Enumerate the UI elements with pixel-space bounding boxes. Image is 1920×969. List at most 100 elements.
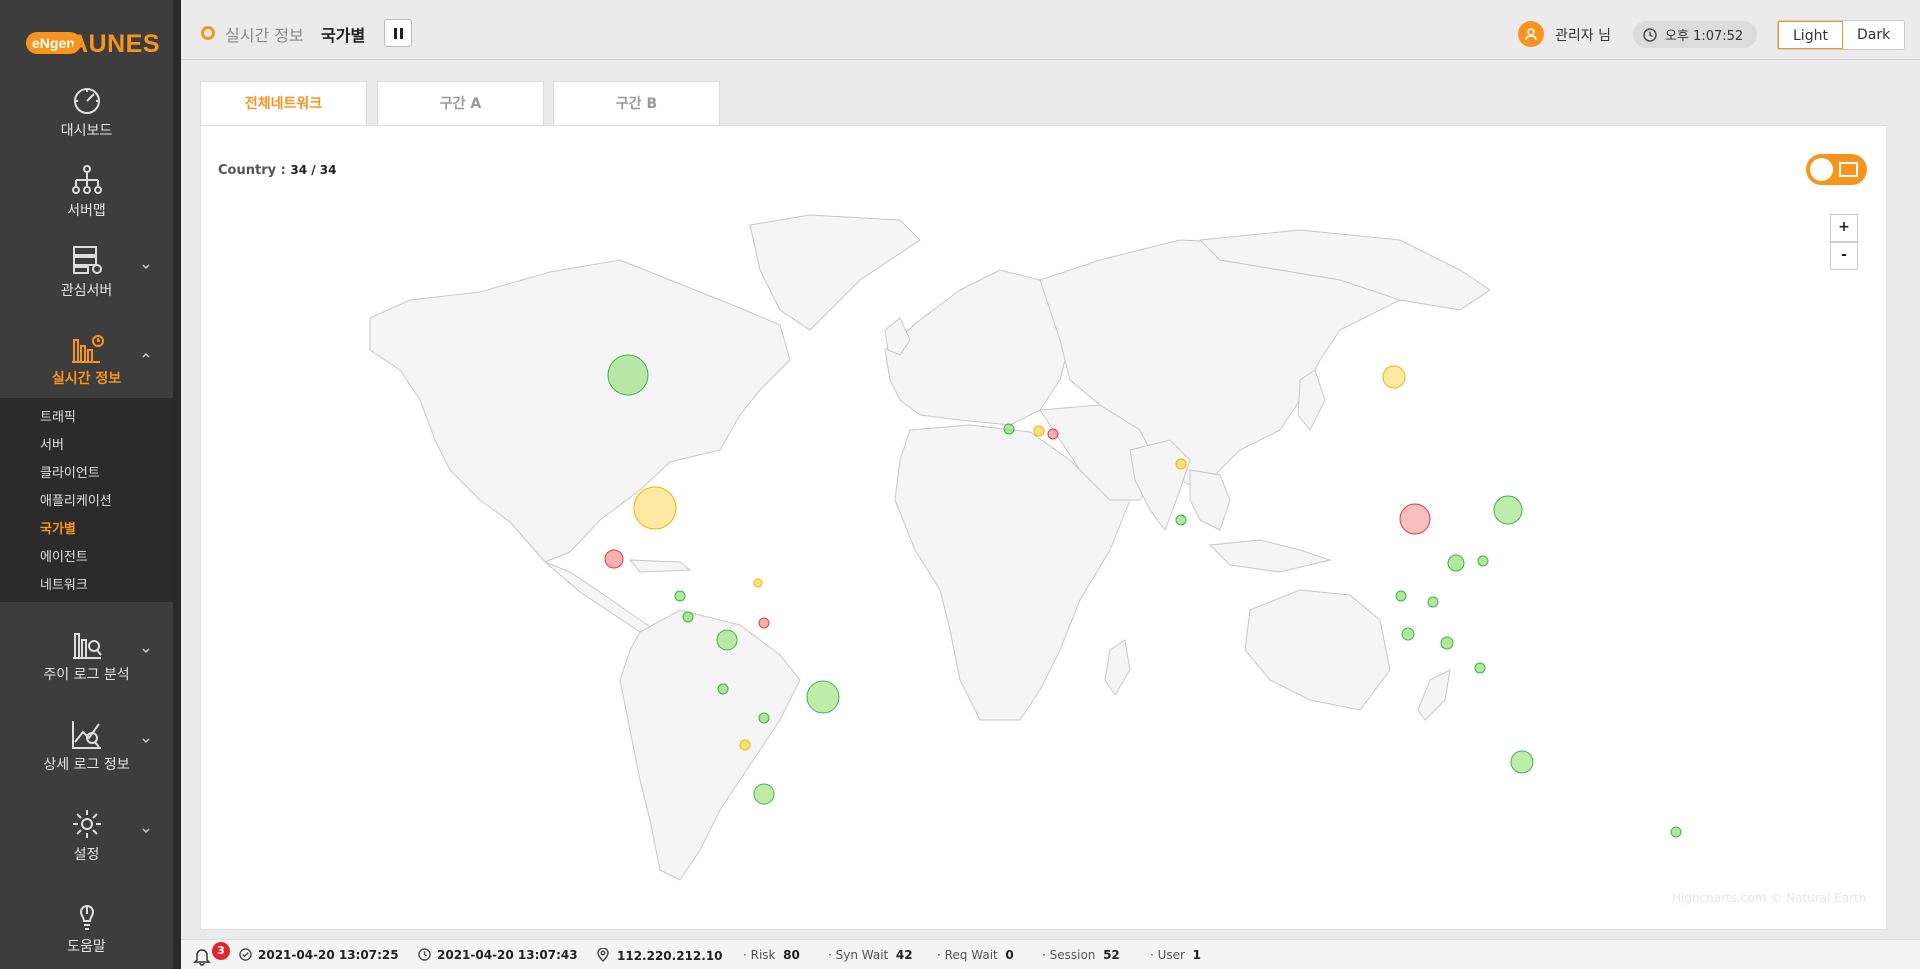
marker-malaysia[interactable] [1440,636,1454,650]
marker-bolivia[interactable] [758,712,770,724]
toggle-knob [1810,158,1833,181]
clock-icon [1643,27,1657,42]
sidebar-divider [173,0,181,969]
marker-ukraine[interactable] [1175,458,1187,470]
marker-argentina[interactable] [753,783,775,805]
landmass-europe [884,269,1071,426]
marker-uk[interactable] [1003,423,1015,435]
submenu-traffic[interactable]: 트래픽 [0,404,173,432]
req-wait-label: · Req Wait [937,948,998,962]
breadcrumb-parent[interactable]: 실시간 정보 [225,22,304,46]
nav-watch-server[interactable]: 관심서버 [0,244,173,300]
session-value: 52 [1103,948,1120,962]
user-name[interactable]: 관리자 님 [1555,25,1611,45]
clock-icon [418,948,431,961]
marker-guatemala[interactable] [674,590,686,602]
tab-segment-b[interactable]: 구간 B [553,81,720,125]
check-circle-icon [239,948,252,961]
tab-segment-a[interactable]: 구간 A [377,81,544,125]
marker-singapore[interactable] [1401,627,1415,641]
landmass-caribbean [628,559,692,573]
tab-all-network[interactable]: 전체네트워크 [200,81,367,126]
nav-dashboard-label: 대시보드 [60,123,113,139]
server-watch-icon [72,246,102,274]
marker-venezuela[interactable] [758,617,770,629]
country-count-label: Country : [218,163,286,178]
marker-vietnam[interactable] [1427,596,1439,608]
submenu-country[interactable]: 국가별 [0,516,173,544]
marker-china[interactable] [1399,503,1431,535]
sidebar: eNgen AUNES 대시보드 서버맵 관심서버 실시간 정보 트래픽 서버 … [0,0,173,969]
nav-server-map[interactable]: 서버맵 [0,164,173,220]
submenu-network[interactable]: 네트워크 [0,572,173,600]
clock-display: 오후 1:07:52 [1633,21,1757,48]
marker-ecuador[interactable] [717,683,729,695]
marker-hongkong[interactable] [1447,554,1465,572]
marker-thailand[interactable] [1395,590,1407,602]
marker-canada[interactable] [607,354,649,396]
nav-settings[interactable]: 설정 [0,808,173,864]
marker-new-zealand[interactable] [1670,826,1682,838]
logo-text: AUNES [70,30,161,58]
map-credits[interactable]: Highcharts.com © Natural Earth [1672,891,1866,905]
table-view-toggle[interactable] [1806,154,1867,185]
pause-button[interactable] [384,19,412,47]
user-icon [1525,28,1537,41]
realtime-submenu: 트래픽 서버 클라이언트 애플리케이션 국가별 에이전트 네트워크 [0,398,173,602]
marker-israel[interactable] [1175,514,1187,526]
nav-log-analysis[interactable]: 주이 로그 분석 [0,628,173,684]
stat-ip: 112.220.212.10 [597,947,723,963]
help-bulb-icon [79,905,94,930]
marker-costa-rica[interactable] [682,611,694,623]
pause-icon [393,27,397,39]
marker-chile[interactable] [739,739,751,751]
marker-taiwan[interactable] [1477,555,1489,567]
submenu-application[interactable]: 애플리케이션 [0,488,173,516]
country-count-value: 34 / 34 [290,163,337,177]
nav-detail-log[interactable]: 상세 로그 정보 [0,718,173,774]
landmass-new-zealand [1417,669,1451,721]
marker-usa[interactable] [633,486,677,530]
ip-value: 112.220.212.10 [617,949,723,963]
syn-wait-label: · Syn Wait [828,948,889,962]
submenu-agent[interactable]: 에이전트 [0,544,173,572]
marker-brazil[interactable] [806,680,840,714]
zoom-in-button[interactable]: + [1830,214,1858,242]
submenu-server[interactable]: 서버 [0,432,173,460]
marker-korea[interactable] [1493,495,1523,525]
marker-australia[interactable] [1510,750,1534,774]
marker-caribbean[interactable] [753,578,763,588]
stat-req-wait: · Req Wait 0 [937,948,1014,962]
log-analysis-icon [72,633,102,659]
chevron-down-icon [142,264,150,270]
marker-colombia[interactable] [716,629,738,651]
world-map[interactable] [340,200,1760,890]
marker-germany[interactable] [1047,428,1059,440]
nav-realtime-label: 실시간 정보 [51,371,122,387]
detail-log-icon [71,721,101,749]
marker-mexico[interactable] [604,549,624,569]
table-grid-icon [1839,162,1858,177]
req-wait-value: 0 [1005,948,1014,962]
app-logo[interactable]: eNgen AUNES [22,30,161,60]
chevron-down-icon [142,738,150,744]
zoom-out-button[interactable]: - [1830,242,1858,270]
chevron-up-icon [142,352,150,358]
theme-light-button[interactable]: Light [1778,21,1843,49]
nav-help[interactable]: 도움말 [0,898,173,956]
theme-dark-button[interactable]: Dark [1843,21,1904,49]
top-header: 실시간 정보 국가별 관리자 님 오후 1:07:52 Light Dark [181,0,1920,60]
end-time-value: 2021-04-20 13:07:43 [437,948,578,962]
user-avatar[interactable] [1518,21,1544,47]
nav-dashboard[interactable]: 대시보드 [0,84,173,140]
user-value: 1 [1192,948,1201,962]
stat-end-time: 2021-04-20 13:07:43 [418,948,578,962]
syn-wait-value: 42 [895,948,913,962]
notification-bell[interactable]: 3 [192,942,230,969]
marker-russia[interactable] [1382,365,1406,389]
submenu-client[interactable]: 클라이언트 [0,460,173,488]
nav-realtime[interactable]: 실시간 정보 [0,332,173,388]
marker-netherlands[interactable] [1033,425,1045,437]
marker-indonesia[interactable] [1474,662,1486,674]
landmass-central-america [544,561,657,633]
